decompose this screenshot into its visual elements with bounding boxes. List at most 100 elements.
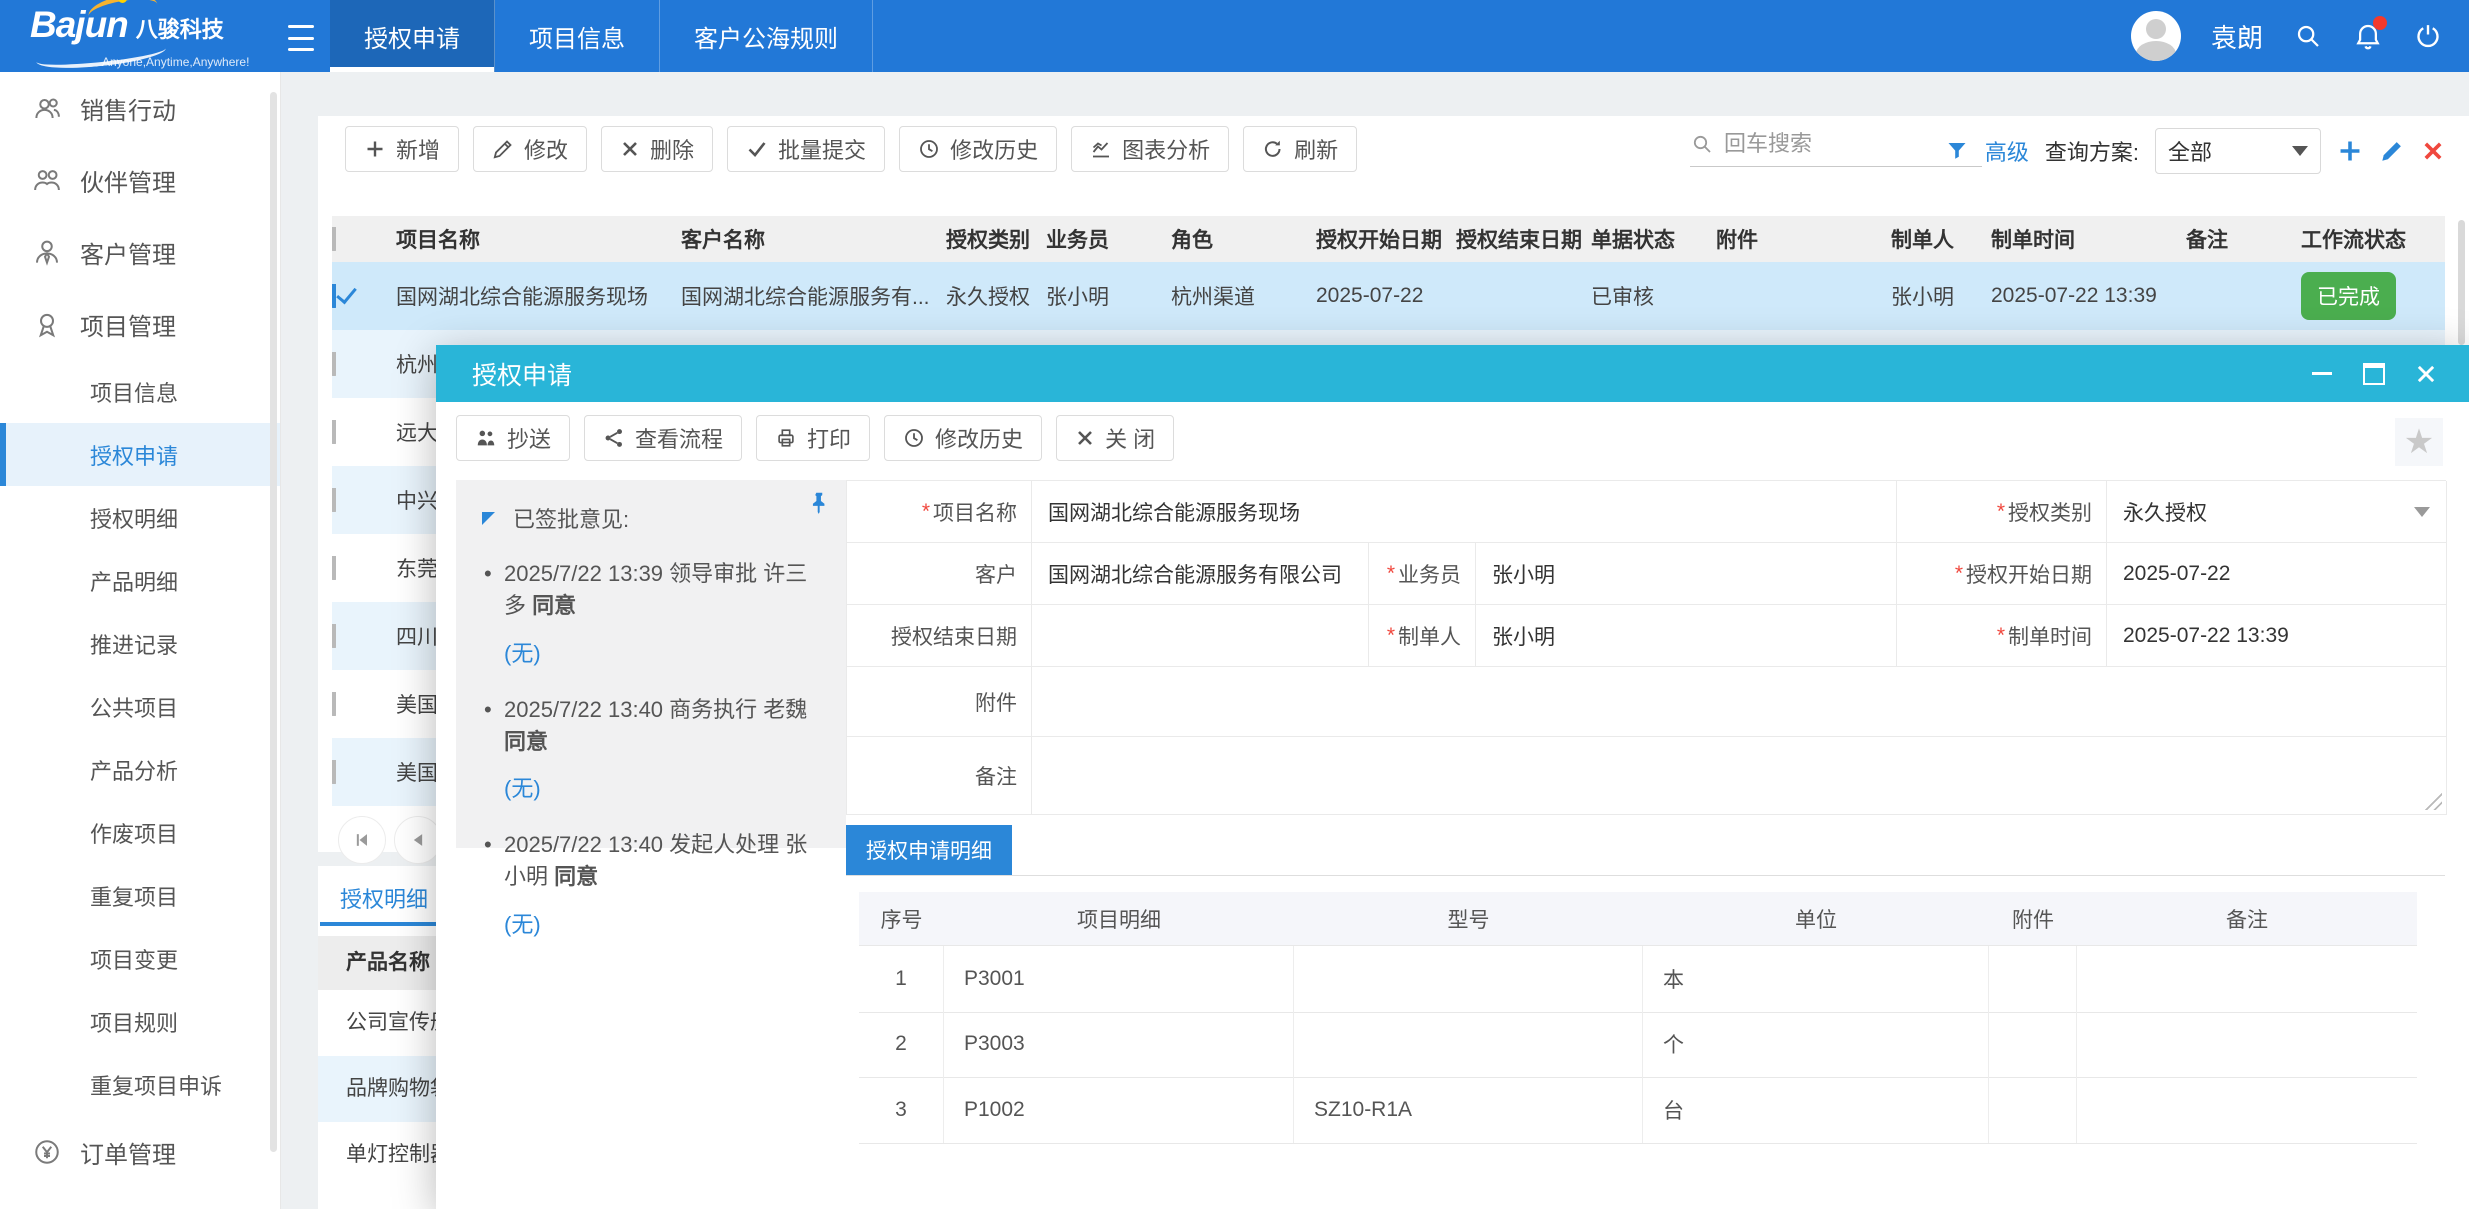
column-header[interactable]: 工作流状态 — [2301, 224, 2445, 254]
row-checkbox[interactable] — [332, 420, 336, 444]
column-header[interactable]: 单据状态 — [1591, 224, 1716, 254]
history-button[interactable]: 修改历史 — [899, 126, 1057, 172]
sidebar-item-public-project[interactable]: 公共项目 — [0, 675, 280, 738]
customer-field[interactable]: 国网湖北综合能源服务有限公司 — [1032, 543, 1369, 605]
column-header[interactable]: 备注 — [2186, 224, 2301, 254]
row-checkbox[interactable] — [332, 352, 336, 376]
advanced-search-link[interactable]: 高级 — [1985, 135, 2029, 167]
table-row-selected[interactable]: 国网湖北综合能源服务现场 国网湖北综合能源服务有... 永久授权 张小明 杭州渠… — [332, 262, 2445, 330]
column-header[interactable]: 制单时间 — [1991, 224, 2186, 254]
power-icon[interactable] — [2413, 21, 2443, 51]
select-all-checkbox[interactable] — [332, 227, 336, 251]
delete-button[interactable]: 删除 — [601, 126, 713, 172]
comment-attachment-link[interactable]: (无) — [504, 773, 541, 805]
create-time-field[interactable]: 2025-07-22 13:39 — [2107, 605, 2447, 667]
row-checkbox[interactable] — [332, 624, 336, 648]
view-flow-button[interactable]: 查看流程 — [584, 415, 742, 461]
query-scheme-select[interactable]: 全部 — [2155, 128, 2321, 174]
row-checkbox[interactable] — [332, 488, 336, 512]
project-name-field[interactable]: 国网湖北综合能源服务现场 — [1032, 481, 1897, 543]
favorite-star-icon[interactable] — [2395, 418, 2443, 466]
avatar[interactable] — [2131, 11, 2181, 61]
creator-field[interactable]: 张小明 — [1476, 605, 1897, 667]
sidebar-item-sales-action[interactable]: 销售行动 — [0, 72, 280, 144]
print-button[interactable]: 打印 — [756, 415, 870, 461]
row-checkbox[interactable] — [332, 556, 336, 580]
collapse-triangle-icon[interactable] — [482, 512, 495, 525]
sidebar-scrollbar[interactable] — [270, 92, 277, 1152]
sidebar-item-voided-project[interactable]: 作废项目 — [0, 801, 280, 864]
dialog-history-button[interactable]: 修改历史 — [884, 415, 1042, 461]
nav-tab-public-rules[interactable]: 客户公海规则 — [660, 0, 873, 72]
close-icon[interactable] — [2413, 361, 2439, 387]
sidebar-item-project-rules[interactable]: 项目规则 — [0, 990, 280, 1053]
end-date-field[interactable] — [1032, 605, 1369, 667]
sidebar-item-product-detail[interactable]: 产品明细 — [0, 549, 280, 612]
tab-auth-request-detail[interactable]: 授权申请明细 — [846, 825, 1012, 875]
column-header[interactable]: 附件 — [1716, 224, 1891, 254]
sidebar-item-product-analysis[interactable]: 产品分析 — [0, 738, 280, 801]
filter-funnel-icon[interactable] — [1945, 139, 1969, 163]
detail-row[interactable]: 2 P3003 个 — [859, 1011, 2417, 1078]
edit-button[interactable]: 修改 — [473, 126, 587, 172]
notification-bell-icon[interactable] — [2353, 21, 2383, 51]
search-input[interactable] — [1722, 130, 1956, 158]
sidebar-item-auth-detail[interactable]: 授权明细 — [0, 486, 280, 549]
row-checkbox[interactable] — [332, 692, 336, 716]
column-header[interactable]: 授权结束日期 — [1456, 224, 1591, 254]
column-header[interactable]: 制单人 — [1891, 224, 1991, 254]
search-icon[interactable] — [2293, 21, 2323, 51]
detail-cell-remark — [2077, 1077, 2417, 1143]
cc-button[interactable]: 抄送 — [456, 415, 570, 461]
add-scheme-icon[interactable] — [2337, 138, 2363, 164]
row-checkbox-checked[interactable] — [332, 284, 336, 308]
column-header[interactable]: 项目名称 — [396, 224, 681, 254]
detail-row[interactable]: 1 P3001 本 — [859, 945, 2417, 1013]
chart-analysis-button[interactable]: 图表分析 — [1071, 126, 1229, 172]
remark-field[interactable] — [1032, 737, 2447, 815]
sidebar-item-project-change[interactable]: 项目变更 — [0, 927, 280, 990]
pin-icon[interactable] — [806, 490, 832, 516]
sidebar-item-customer-mgmt[interactable]: 客户管理 — [0, 216, 280, 288]
row-checkbox[interactable] — [332, 760, 336, 784]
cell-project-name: 国网湖北综合能源服务现场 — [396, 281, 681, 311]
column-header[interactable]: 角色 — [1171, 224, 1316, 254]
maximize-icon[interactable] — [2361, 361, 2387, 387]
detail-row[interactable]: 3 P1002 SZ10-R1A 台 — [859, 1077, 2417, 1144]
workflow-status-badge: 已完成 — [2301, 272, 2396, 320]
minimize-icon[interactable] — [2309, 361, 2335, 387]
column-header[interactable]: 授权类别 — [946, 224, 1046, 254]
sidebar-item-progress-record[interactable]: 推进记录 — [0, 612, 280, 675]
start-date-field[interactable]: 2025-07-22 — [2107, 543, 2447, 605]
sidebar-item-duplicate-project[interactable]: 重复项目 — [0, 864, 280, 927]
menu-icon[interactable] — [288, 23, 316, 53]
tab-auth-detail[interactable]: 授权明细 — [324, 878, 444, 922]
prev-page-button[interactable] — [394, 816, 442, 864]
column-header[interactable]: 授权开始日期 — [1316, 224, 1456, 254]
cell-role: 杭州渠道 — [1171, 281, 1316, 311]
comment-attachment-link[interactable]: (无) — [504, 638, 541, 670]
column-header[interactable]: 业务员 — [1046, 224, 1171, 254]
edit-scheme-icon[interactable] — [2379, 138, 2405, 164]
auth-type-select[interactable]: 永久授权 — [2107, 481, 2447, 543]
first-page-button[interactable] — [338, 816, 386, 864]
comment-attachment-link[interactable]: (无) — [504, 909, 541, 941]
refresh-button[interactable]: 刷新 — [1243, 126, 1357, 172]
nav-tab-project-info[interactable]: 项目信息 — [495, 0, 660, 72]
sidebar-item-project-mgmt[interactable]: 项目管理 — [0, 288, 280, 360]
sidebar-item-project-info[interactable]: 项目信息 — [0, 360, 280, 423]
sidebar-item-auth-request[interactable]: 授权申请 — [0, 423, 280, 486]
sidebar-item-order-mgmt[interactable]: 订单管理 — [0, 1116, 280, 1188]
sidebar-item-partner-mgmt[interactable]: 伙伴管理 — [0, 144, 280, 216]
attachment-field[interactable] — [1032, 667, 2447, 737]
sidebar-item-duplicate-appeal[interactable]: 重复项目申诉 — [0, 1053, 280, 1116]
nav-tab-auth-request[interactable]: 授权申请 — [330, 0, 495, 72]
salesman-field[interactable]: 张小明 — [1476, 543, 1897, 605]
batch-submit-button[interactable]: 批量提交 — [727, 126, 885, 172]
resize-handle-icon[interactable] — [2422, 790, 2442, 810]
new-button[interactable]: 新增 — [345, 126, 459, 172]
dialog-close-button[interactable]: 关 闭 — [1056, 415, 1174, 461]
list-scrollbar[interactable] — [2458, 220, 2465, 345]
delete-scheme-icon[interactable] — [2421, 139, 2445, 163]
column-header[interactable]: 客户名称 — [681, 224, 946, 254]
